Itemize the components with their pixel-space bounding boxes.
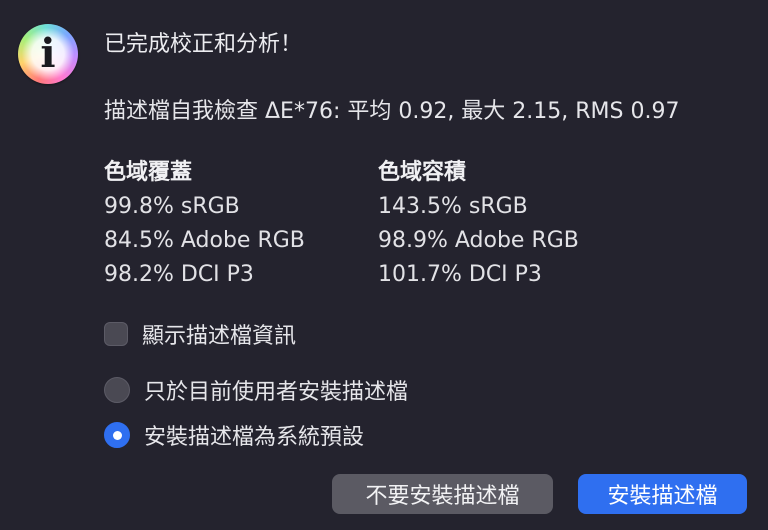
dont-install-profile-button[interactable]: 不要安裝描述檔 bbox=[332, 474, 553, 514]
install-current-user-label: 只於目前使用者安裝描述檔 bbox=[144, 380, 409, 405]
show-profile-info-label: 顯示描述檔資訊 bbox=[142, 324, 297, 349]
gamut-volume-dci-p3: 101.7% DCI P3 bbox=[378, 262, 542, 287]
install-current-user-option[interactable]: 只於目前使用者安裝描述檔 bbox=[104, 374, 408, 406]
dialog-title: 已完成校正和分析！ bbox=[104, 32, 303, 57]
gamut-coverage-adobe-rgb: 84.5% Adobe RGB bbox=[104, 228, 305, 253]
profile-self-check-result: 描述檔自我檢查 ΔE*76: 平均 0.92, 最大 2.15, RMS 0.9… bbox=[104, 99, 680, 124]
show-profile-info-option[interactable]: 顯示描述檔資訊 bbox=[104, 318, 296, 350]
gamut-coverage-column: 色域覆蓋 99.8% sRGB 84.5% Adobe RGB 98.2% DC… bbox=[104, 156, 305, 292]
install-current-user-radio[interactable] bbox=[104, 377, 130, 403]
gamut-volume-srgb: 143.5% sRGB bbox=[378, 194, 528, 219]
install-system-default-option[interactable]: 安裝描述檔為系統預設 bbox=[104, 419, 364, 451]
gamut-coverage-dci-p3: 98.2% DCI P3 bbox=[104, 262, 254, 287]
gamut-coverage-heading: 色域覆蓋 bbox=[104, 160, 193, 185]
install-system-default-label: 安裝描述檔為系統預設 bbox=[144, 425, 365, 450]
gamut-coverage-srgb: 99.8% sRGB bbox=[104, 194, 240, 219]
install-system-default-radio[interactable] bbox=[104, 422, 130, 448]
calibration-complete-dialog: i 已完成校正和分析！ 描述檔自我檢查 ΔE*76: 平均 0.92, 最大 2… bbox=[0, 0, 768, 530]
gamut-volume-heading: 色域容積 bbox=[378, 160, 467, 185]
show-profile-info-checkbox[interactable] bbox=[104, 322, 128, 346]
gamut-volume-column: 色域容積 143.5% sRGB 98.9% Adobe RGB 101.7% … bbox=[378, 156, 579, 292]
gamut-volume-adobe-rgb: 98.9% Adobe RGB bbox=[378, 228, 579, 253]
install-profile-button[interactable]: 安裝描述檔 bbox=[578, 474, 747, 514]
info-icon: i bbox=[18, 24, 78, 84]
